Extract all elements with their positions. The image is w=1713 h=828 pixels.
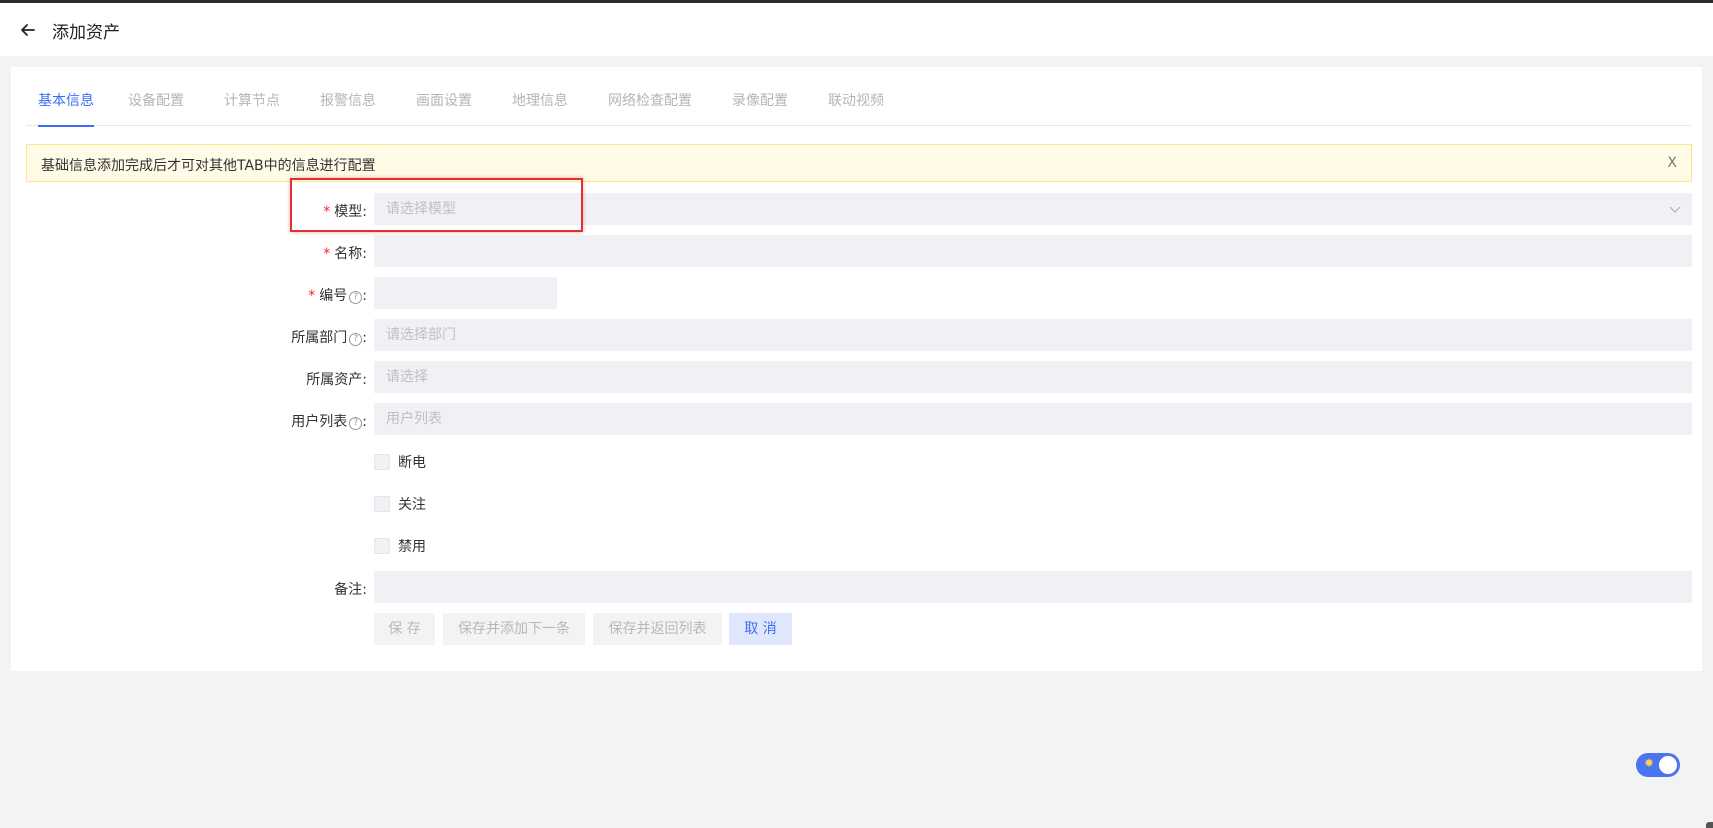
info-alert: 基础信息添加完成后才可对其他TAB中的信息进行配置 X — [26, 144, 1692, 182]
power-off-checkbox-row[interactable]: 断电 — [374, 453, 426, 471]
follow-checkbox[interactable] — [374, 496, 390, 512]
tab-basic-info[interactable]: 基本信息 — [38, 87, 94, 127]
theme-toggle[interactable]: ✸ — [1636, 753, 1680, 777]
tab-geo-info[interactable]: 地理信息 — [512, 87, 568, 126]
tab-device-config[interactable]: 设备配置 — [128, 87, 184, 126]
cancel-button[interactable]: 取 消 — [729, 613, 792, 645]
parent-asset-label: 所属资产: — [306, 372, 367, 388]
remark-input[interactable] — [374, 571, 1692, 603]
save-button[interactable]: 保 存 — [374, 613, 435, 645]
arrow-left-icon[interactable] — [18, 20, 38, 40]
tab-alarm-info[interactable]: 报警信息 — [320, 87, 376, 126]
checkbox-label: 禁用 — [398, 539, 426, 555]
corner-handle — [1706, 822, 1713, 828]
tab-display-settings[interactable]: 画面设置 — [416, 87, 472, 126]
close-icon[interactable]: X — [1667, 155, 1677, 171]
code-label: * 编号?: — [308, 288, 367, 304]
user-list-label: 用户列表?: — [291, 414, 367, 430]
department-select[interactable]: 请选择部门 — [374, 319, 1692, 351]
disable-checkbox[interactable] — [374, 538, 390, 554]
name-input[interactable] — [374, 235, 1692, 267]
page-header: 添加资产 — [0, 3, 1713, 56]
follow-checkbox-row[interactable]: 关注 — [374, 495, 426, 513]
save-and-return-button[interactable]: 保存并返回列表 — [593, 613, 722, 645]
checkbox-label: 关注 — [398, 497, 426, 513]
annotation-highlight-box — [290, 178, 583, 232]
sun-icon: ✸ — [1644, 756, 1655, 770]
help-icon[interactable]: ? — [349, 417, 363, 430]
tab-recording-config[interactable]: 录像配置 — [732, 87, 788, 126]
tab-compute-node[interactable]: 计算节点 — [224, 87, 280, 126]
help-icon[interactable]: ? — [349, 333, 363, 346]
save-and-add-next-button[interactable]: 保存并添加下一条 — [443, 613, 585, 645]
toggle-knob — [1659, 756, 1677, 774]
tab-network-check[interactable]: 网络检查配置 — [608, 87, 692, 126]
disable-checkbox-row[interactable]: 禁用 — [374, 537, 426, 555]
user-list-select[interactable]: 用户列表 — [374, 403, 1692, 435]
alert-message: 基础信息添加完成后才可对其他TAB中的信息进行配置 — [41, 158, 376, 174]
tab-bar: 基本信息 设备配置 计算节点 报警信息 画面设置 地理信息 网络检查配置 录像配… — [26, 87, 1691, 127]
chevron-down-icon — [1669, 206, 1681, 213]
help-icon[interactable]: ? — [349, 291, 363, 304]
tab-linked-video[interactable]: 联动视频 — [828, 87, 884, 126]
remark-label: 备注: — [334, 582, 367, 598]
power-off-checkbox[interactable] — [374, 454, 390, 470]
code-input[interactable] — [374, 277, 557, 309]
page-title: 添加资产 — [52, 23, 120, 43]
parent-asset-select[interactable]: 请选择 — [374, 361, 1692, 393]
department-label: 所属部门?: — [291, 330, 367, 346]
checkbox-label: 断电 — [398, 455, 426, 471]
form-card: 基本信息 设备配置 计算节点 报警信息 画面设置 地理信息 网络检查配置 录像配… — [11, 67, 1702, 671]
name-label: * 名称: — [323, 246, 367, 262]
